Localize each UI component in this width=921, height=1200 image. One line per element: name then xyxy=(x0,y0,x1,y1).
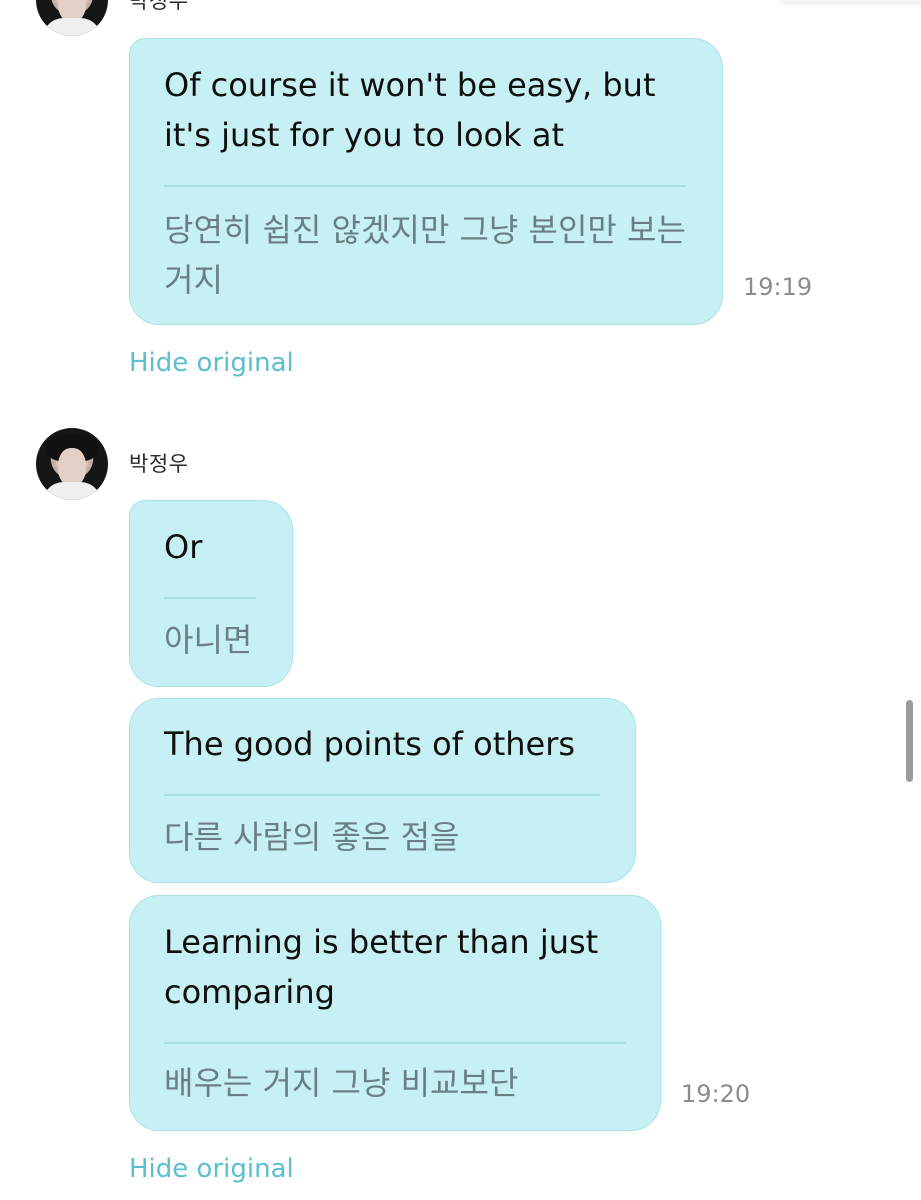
message-english-text: Learning is better than just comparing xyxy=(164,923,599,1011)
message-divider xyxy=(164,794,600,796)
message-bubble[interactable]: The good points of others 다른 사람의 좋은 점을 xyxy=(129,698,636,883)
vertical-scrollbar[interactable] xyxy=(906,700,913,782)
message-bubble[interactable]: Of course it won't be easy, but it's jus… xyxy=(129,38,723,325)
message-english-text: Or xyxy=(164,528,203,566)
top-overlay-edge xyxy=(780,0,921,2)
message-timestamp: 19:19 xyxy=(743,273,813,301)
avatar-face-shape xyxy=(58,448,86,486)
avatar-shirt-shape xyxy=(42,482,102,500)
hide-original-link[interactable]: Hide original xyxy=(129,348,294,378)
sender-avatar[interactable] xyxy=(36,428,108,500)
message-korean-original: 당연히 쉽진 않겠지만 그냥 본인만 보는거지 xyxy=(164,211,686,299)
message-english-text: The good points of others xyxy=(164,725,576,763)
message-divider xyxy=(164,597,256,599)
message-korean-original: 다른 사람의 좋은 점을 xyxy=(164,818,460,856)
message-bubble[interactable]: Learning is better than just comparing 배… xyxy=(129,895,661,1131)
sender-name: 박정우 xyxy=(129,452,189,476)
message-divider xyxy=(164,1042,626,1044)
sender-avatar[interactable] xyxy=(36,0,108,36)
message-divider xyxy=(164,185,686,187)
message-bubble[interactable]: Or 아니면 xyxy=(129,500,293,687)
hide-original-link[interactable]: Hide original xyxy=(129,1154,294,1184)
message-korean-original: 배우는 거지 그냥 비교보단 xyxy=(164,1064,519,1102)
message-timestamp: 19:20 xyxy=(681,1080,751,1108)
sender-name: 박정우 xyxy=(129,0,189,13)
avatar-shirt-shape xyxy=(42,18,102,36)
message-korean-original: 아니면 xyxy=(164,621,253,659)
message-english-text: Of course it won't be easy, but it's jus… xyxy=(164,66,656,154)
